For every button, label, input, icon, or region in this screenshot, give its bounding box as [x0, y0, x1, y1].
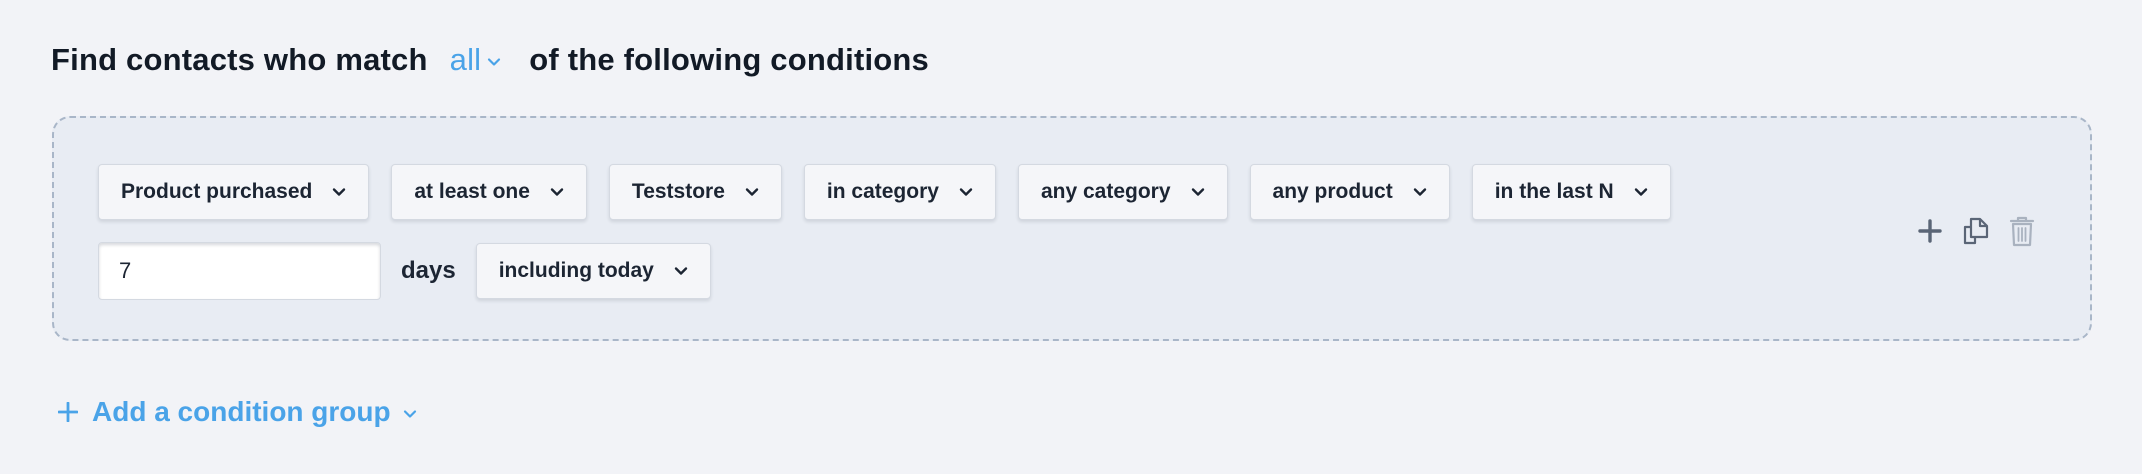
condition-row-primary: Product purchased at least one Teststore…: [98, 164, 1671, 220]
chevron-down-icon: [333, 188, 346, 196]
header-suffix: of the following conditions: [529, 42, 929, 77]
store-label: Teststore: [631, 180, 725, 203]
frequency-select[interactable]: at least one: [391, 164, 587, 220]
chevron-down-icon: [1191, 188, 1204, 196]
conditions-header: Find contacts who match all of the follo…: [51, 42, 929, 78]
chevron-down-icon: [403, 410, 416, 418]
chevron-down-icon: [959, 188, 973, 196]
header-prefix: Find contacts who match: [51, 42, 428, 77]
chevron-down-icon: [1413, 188, 1426, 196]
filter-type-label: in category: [826, 180, 939, 203]
product-select[interactable]: any product: [1249, 164, 1450, 220]
category-label: any category: [1040, 180, 1171, 203]
plus-icon[interactable]: [1916, 216, 1944, 246]
condition-group: Product purchased at least one Teststore…: [52, 116, 2092, 341]
event-type-select[interactable]: Product purchased: [98, 164, 370, 220]
days-label: days: [401, 257, 456, 284]
category-select[interactable]: any category: [1017, 164, 1228, 220]
condition-row-secondary: days including today: [98, 242, 711, 300]
including-today-label: including today: [498, 259, 654, 282]
frequency-label: at least one: [414, 180, 530, 203]
trash-icon[interactable]: [2008, 216, 2036, 247]
match-mode-select[interactable]: all: [450, 42, 502, 78]
plus-icon: [58, 402, 78, 422]
chevron-down-icon: [745, 188, 759, 196]
including-today-select[interactable]: including today: [475, 243, 711, 299]
chevron-down-icon: [1634, 188, 1647, 196]
days-count-input[interactable]: [98, 242, 381, 300]
timeframe-select[interactable]: in the last N: [1471, 164, 1671, 220]
chevron-down-icon: [488, 58, 501, 66]
chevron-down-icon: [550, 188, 564, 196]
filter-type-select[interactable]: in category: [803, 164, 996, 220]
match-mode-value: all: [449, 42, 482, 77]
timeframe-label: in the last N: [1494, 180, 1614, 203]
chevron-down-icon: [674, 267, 688, 275]
product-label: any product: [1272, 180, 1393, 203]
add-condition-group-button[interactable]: Add a condition group: [58, 396, 417, 428]
event-type-label: Product purchased: [121, 180, 313, 203]
add-condition-group-label: Add a condition group: [92, 396, 391, 427]
condition-actions: [1916, 216, 2036, 247]
duplicate-icon[interactable]: [1962, 216, 1990, 246]
store-select[interactable]: Teststore: [608, 164, 782, 220]
